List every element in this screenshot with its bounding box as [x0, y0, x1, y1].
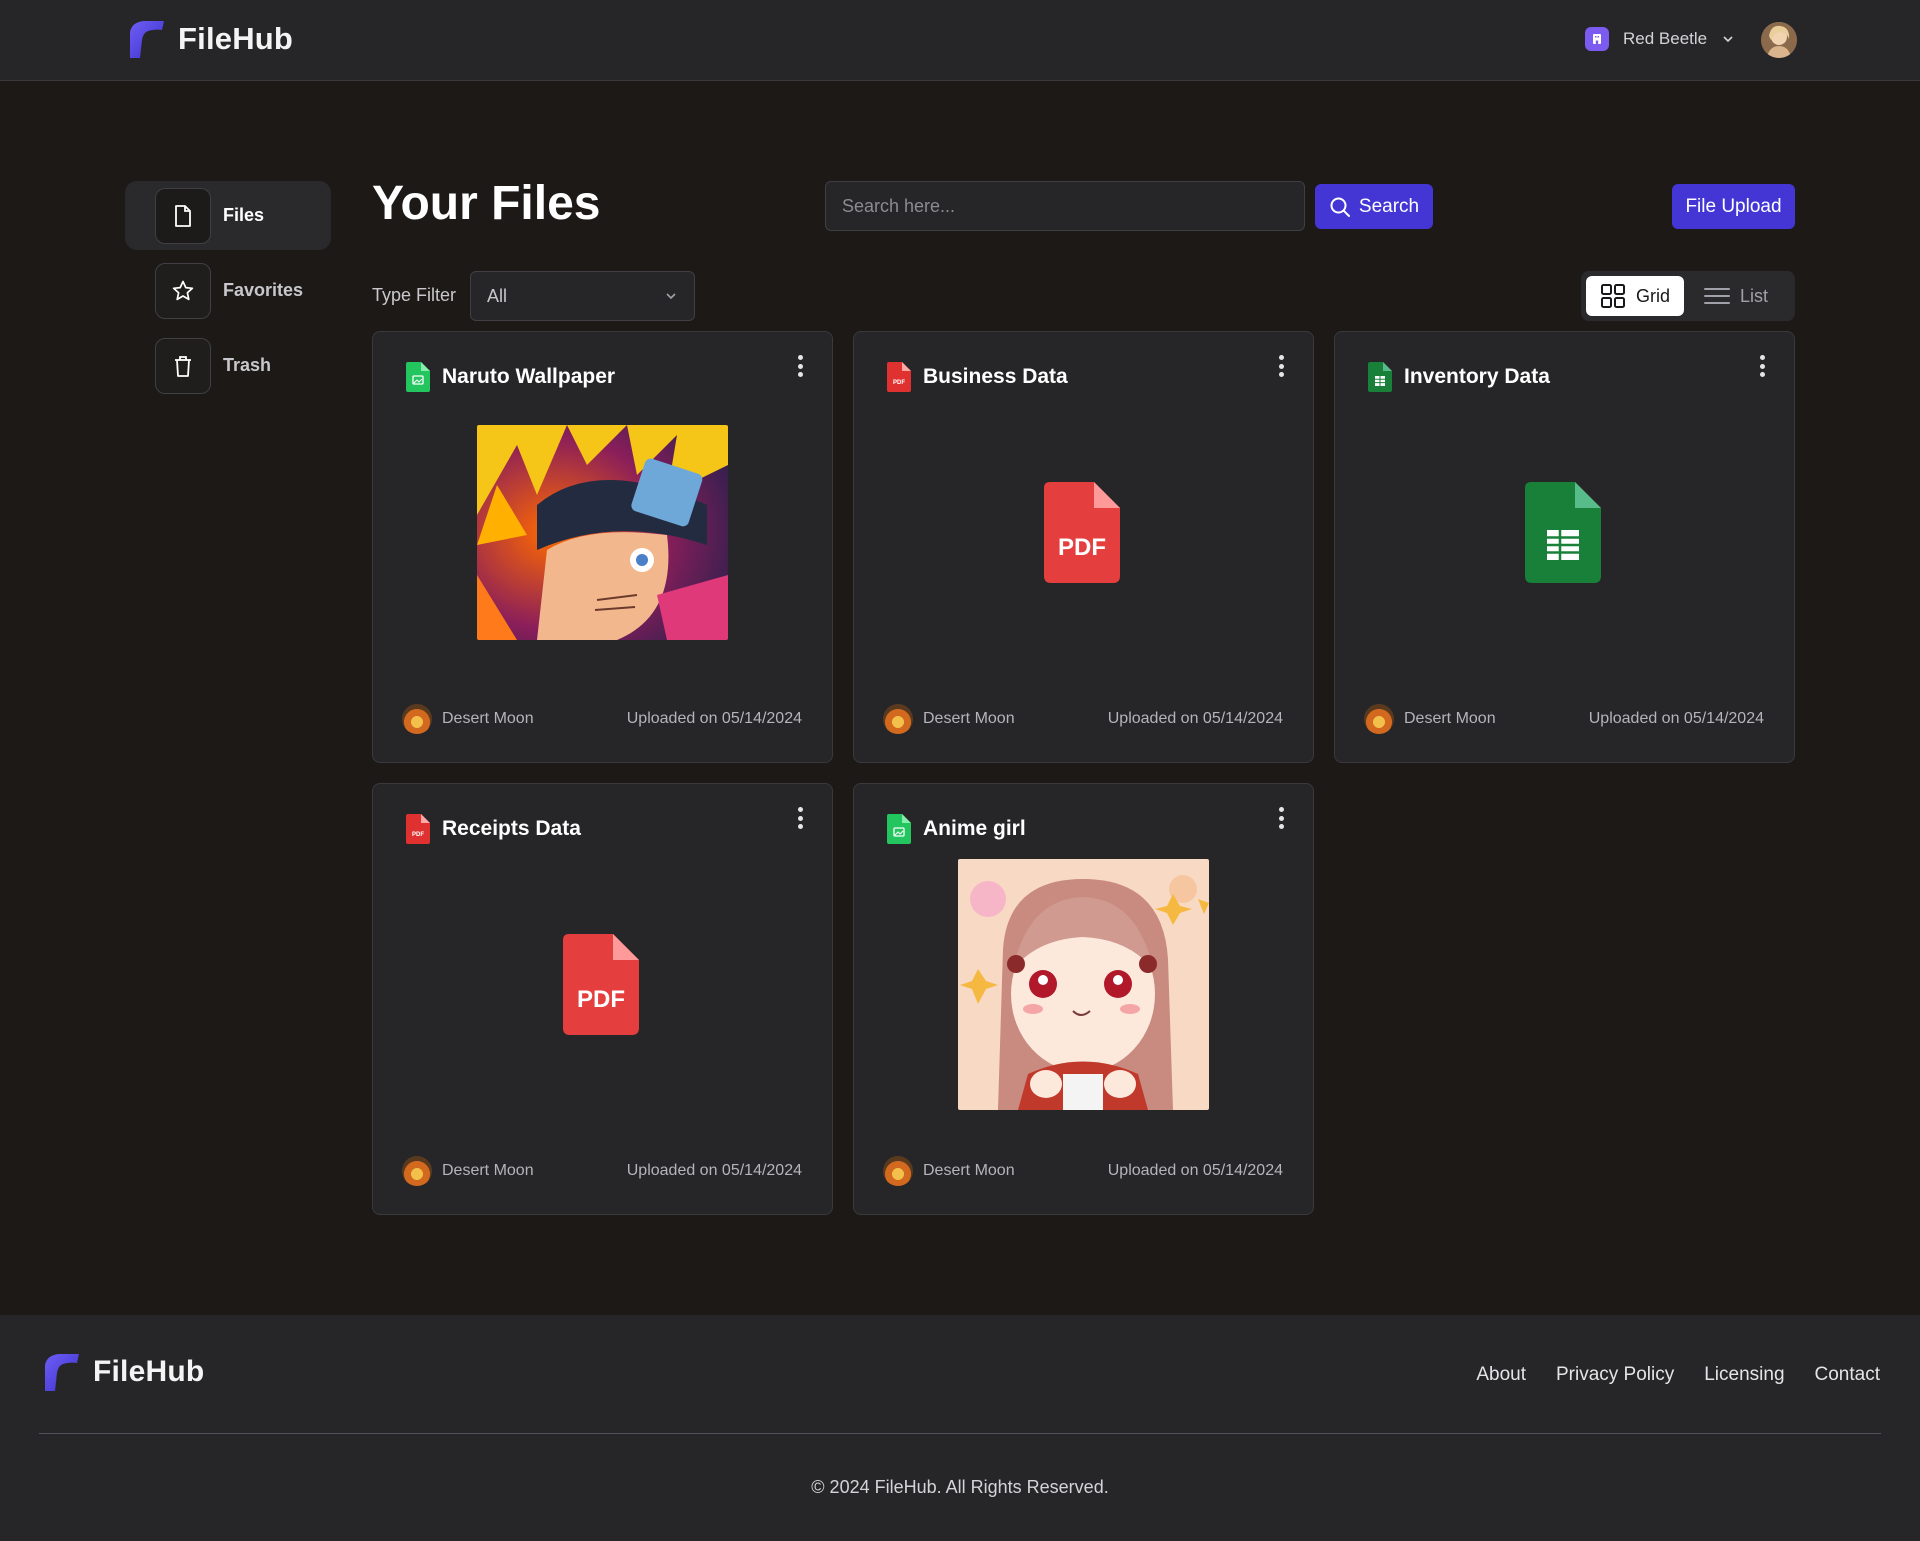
file-card[interactable]: Inventory Data Desert Moon Uploaded on 0… — [1334, 331, 1795, 763]
view-toggle: Grid List — [1581, 271, 1795, 321]
footer-link-about[interactable]: About — [1476, 1364, 1526, 1386]
file-title: Business Data — [923, 365, 1068, 388]
file-card[interactable]: PDF Receipts Data PDF Desert Moon Upload… — [372, 783, 833, 1215]
file-owner: Desert Moon — [442, 710, 534, 727]
footer-brand-name: FileHub — [93, 1355, 205, 1388]
type-filter-value: All — [487, 285, 508, 306]
filehub-logo-icon — [45, 1354, 79, 1391]
svg-text:PDF: PDF — [1058, 534, 1106, 561]
footer-links: About Privacy Policy Licensing Contact — [1476, 1364, 1880, 1386]
pdf-large-icon: PDF — [1044, 482, 1120, 583]
sidebar-item-label: Trash — [223, 355, 272, 375]
type-filter-select[interactable]: All — [470, 271, 695, 321]
file-upload-button[interactable]: File Upload — [1672, 184, 1795, 229]
image-file-icon — [406, 362, 430, 392]
view-grid-label: Grid — [1636, 285, 1671, 306]
file-actions-menu-icon[interactable] — [794, 804, 806, 832]
sidebar-item-trash[interactable]: Trash — [125, 331, 331, 400]
chevron-down-icon — [666, 293, 676, 300]
file-actions-menu-icon[interactable] — [1275, 352, 1287, 380]
footer-brand-link[interactable]: FileHub — [39, 1351, 204, 1393]
file-title: Anime girl — [923, 817, 1026, 840]
sidebar-item-label: Favorites — [223, 280, 304, 300]
file-upload-label: File Upload — [1685, 195, 1782, 217]
organization-badge-icon — [1585, 27, 1609, 51]
user-avatar-button[interactable] — [1761, 22, 1797, 58]
sidebar-item-label: Files — [223, 205, 265, 225]
search-button-label: Search — [1358, 195, 1420, 217]
file-owner: Desert Moon — [1404, 710, 1496, 727]
brand-logo-link[interactable]: FileHub — [124, 18, 293, 60]
trash-icon — [155, 337, 211, 394]
file-upload-date: Uploaded on 05/14/2024 — [626, 710, 802, 727]
owner-avatar — [1364, 704, 1394, 734]
file-preview-image — [477, 425, 728, 640]
view-list-label: List — [1740, 285, 1769, 306]
footer: FileHub About Privacy Policy Licensing C… — [0, 1315, 1920, 1541]
spreadsheet-large-icon — [1525, 482, 1601, 583]
owner-avatar — [402, 704, 432, 734]
file-upload-date: Uploaded on 05/14/2024 — [1588, 710, 1764, 727]
footer-link-privacy-policy[interactable]: Privacy Policy — [1556, 1364, 1674, 1386]
file-actions-menu-icon[interactable] — [1275, 804, 1287, 832]
top-navbar: FileHub Red Beetle — [0, 0, 1920, 81]
file-upload-date: Uploaded on 05/14/2024 — [1107, 710, 1283, 727]
search-button[interactable]: Search — [1315, 184, 1433, 229]
file-owner: Desert Moon — [442, 1162, 534, 1179]
footer-link-contact[interactable]: Contact — [1815, 1364, 1880, 1386]
file-title: Inventory Data — [1404, 365, 1550, 388]
sidebar-item-files[interactable]: Files — [125, 181, 331, 250]
file-actions-menu-icon[interactable] — [794, 352, 806, 380]
spreadsheet-file-icon — [1368, 362, 1392, 392]
pdf-large-icon: PDF — [563, 934, 639, 1035]
file-actions-menu-icon[interactable] — [1756, 352, 1768, 380]
pdf-file-icon: PDF — [887, 362, 911, 392]
view-list-button[interactable]: List — [1690, 276, 1782, 316]
file-owner: Desert Moon — [923, 710, 1015, 727]
owner-avatar — [402, 1156, 432, 1186]
sidebar-item-favorites[interactable]: Favorites — [125, 256, 331, 325]
file-preview-image — [958, 859, 1209, 1110]
file-icon — [155, 187, 211, 244]
star-icon — [155, 262, 211, 319]
filehub-logo-icon — [130, 21, 164, 58]
page-title: Your Files — [372, 177, 601, 230]
svg-text:PDF: PDF — [412, 832, 424, 838]
file-owner: Desert Moon — [923, 1162, 1015, 1179]
image-file-icon — [887, 814, 911, 844]
owner-avatar — [883, 704, 913, 734]
organization-name: Red Beetle — [1623, 29, 1708, 48]
svg-text:PDF: PDF — [893, 380, 905, 386]
footer-link-licensing[interactable]: Licensing — [1704, 1364, 1784, 1386]
file-title: Naruto Wallpaper — [442, 365, 616, 388]
type-filter-label: Type Filter — [372, 285, 457, 305]
organization-switcher[interactable]: Red Beetle — [1585, 27, 1735, 51]
file-title: Receipts Data — [442, 817, 581, 840]
file-upload-date: Uploaded on 05/14/2024 — [626, 1162, 802, 1179]
chevron-down-icon — [1723, 36, 1733, 43]
brand-name: FileHub — [178, 21, 294, 56]
search-icon — [1330, 197, 1350, 217]
file-card[interactable]: PDF Business Data PDF Desert Moon Upload… — [853, 331, 1314, 763]
view-grid-button[interactable]: Grid — [1586, 276, 1685, 316]
footer-divider — [39, 1433, 1881, 1434]
copyright-text: © 2024 FileHub. All Rights Reserved. — [811, 1477, 1109, 1497]
file-card[interactable]: Naruto Wallpaper Desert Moon Uploaded on… — [372, 331, 833, 763]
grid-icon — [1601, 284, 1625, 308]
file-upload-date: Uploaded on 05/14/2024 — [1107, 1162, 1283, 1179]
user-avatar-image — [1761, 22, 1797, 58]
svg-text:PDF: PDF — [577, 986, 625, 1013]
file-card[interactable]: Anime girl Desert Moon Uploaded on 05/14… — [853, 783, 1314, 1215]
owner-avatar — [883, 1156, 913, 1186]
pdf-file-icon: PDF — [406, 814, 430, 844]
list-icon — [1704, 288, 1731, 304]
search-input[interactable] — [825, 181, 1305, 231]
